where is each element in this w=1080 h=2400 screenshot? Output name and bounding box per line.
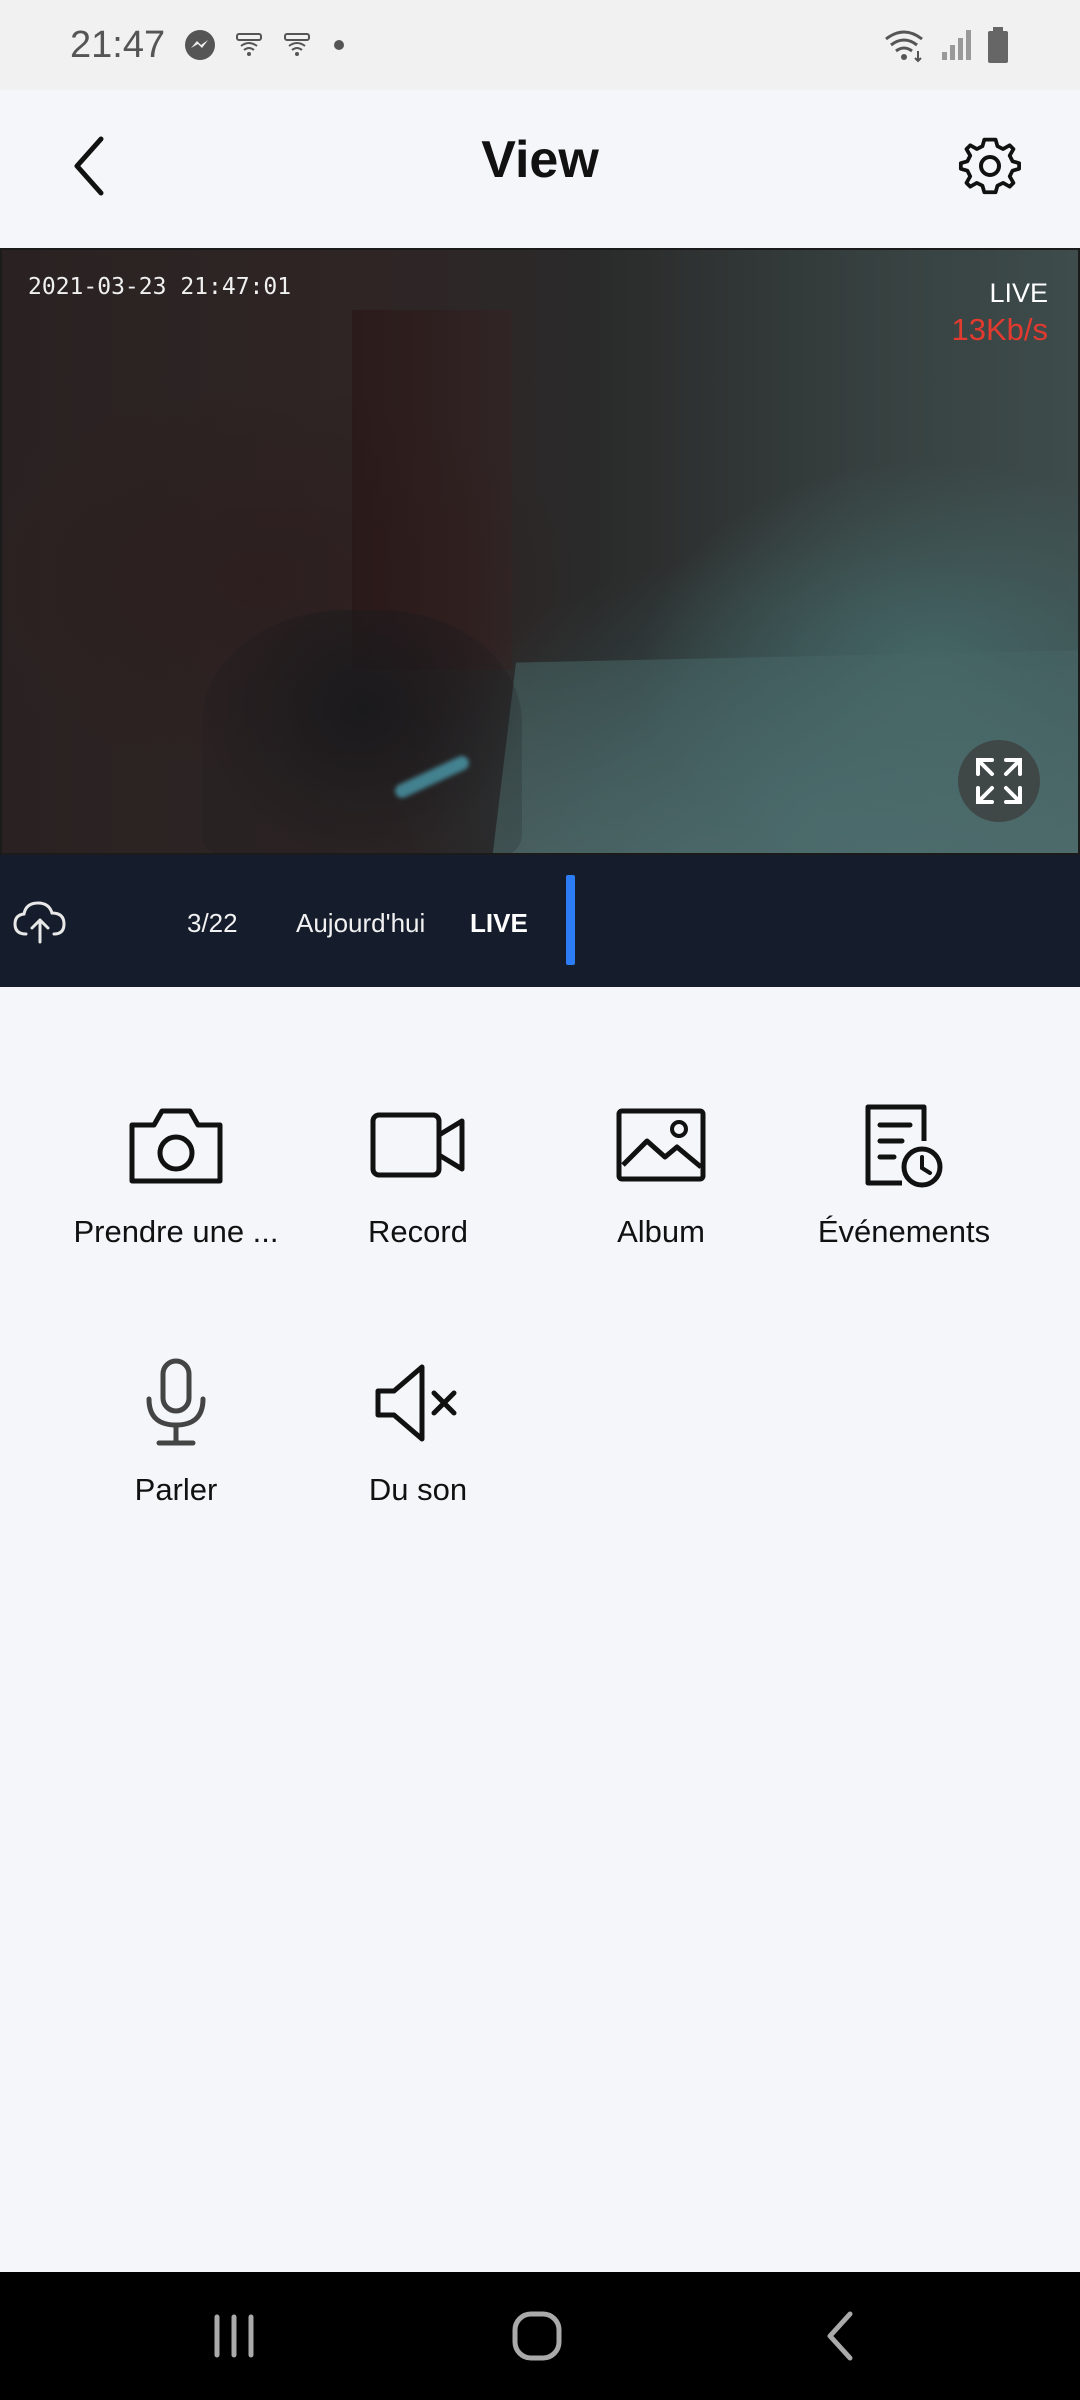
- notification-icon: [281, 32, 313, 58]
- page-title: View: [481, 131, 599, 189]
- wifi-icon: [882, 27, 926, 63]
- live-video-feed[interactable]: 2021-03-23 21:47:01 LIVE 13Kb/s: [0, 248, 1080, 855]
- video-live-label: LIVE: [989, 278, 1048, 308]
- timeline-live[interactable]: LIVE: [470, 908, 528, 939]
- video-timestamp: 2021-03-23 21:47:01: [28, 274, 292, 300]
- talk-label: Parler: [134, 1472, 218, 1507]
- back-icon: [827, 2311, 853, 2361]
- microphone-icon: [146, 1358, 206, 1446]
- timeline-today[interactable]: Aujourd'hui: [296, 908, 425, 939]
- events-label: Événements: [817, 1214, 991, 1249]
- image-icon: [616, 1108, 706, 1182]
- cloud-storage-button[interactable]: [10, 891, 70, 951]
- dot-icon: [329, 35, 349, 55]
- home-icon: [512, 2311, 562, 2361]
- playback-timeline[interactable]: 3/22 Aujourd'hui LIVE: [0, 855, 1080, 987]
- video-scene-object: [202, 610, 522, 853]
- status-bar: 21:47: [0, 0, 1080, 90]
- timeline-date[interactable]: 3/22: [187, 908, 238, 939]
- speaker-muted-icon: [375, 1364, 457, 1442]
- expand-icon: [976, 758, 1022, 804]
- header: View: [0, 90, 1080, 248]
- status-icons-left: [183, 28, 349, 62]
- settings-button[interactable]: [950, 126, 1030, 206]
- event-clock-icon: [865, 1104, 943, 1188]
- fullscreen-button[interactable]: [958, 740, 1040, 822]
- events-button[interactable]: Événements: [783, 1090, 1025, 1290]
- cloud-upload-icon: [13, 901, 66, 944]
- timeline-position-marker[interactable]: [566, 875, 575, 965]
- recent-apps-icon: [214, 2314, 254, 2358]
- sound-button[interactable]: Du son: [297, 1348, 539, 1548]
- screen: 21:47 View 2021-03-23 21:47:01 LIVE 13Kb…: [0, 0, 1080, 2400]
- messenger-icon: [183, 28, 217, 62]
- camera-icon: [129, 1108, 223, 1184]
- battery-icon: [986, 26, 1010, 64]
- system-back-button[interactable]: [800, 2306, 880, 2366]
- record-label: Record: [368, 1214, 468, 1249]
- album-label: Album: [617, 1214, 705, 1249]
- take-photo-label: Prendre une ...: [73, 1214, 279, 1249]
- navigation-bar: [0, 2272, 1080, 2400]
- status-time: 21:47: [70, 23, 166, 66]
- notification-icon: [233, 32, 265, 58]
- recent-apps-button[interactable]: [194, 2306, 274, 2366]
- home-button[interactable]: [497, 2306, 577, 2366]
- record-button[interactable]: Record: [297, 1090, 539, 1290]
- video-camera-icon: [370, 1112, 465, 1178]
- signal-icon: [940, 28, 972, 62]
- sound-label: Du son: [368, 1472, 468, 1507]
- talk-button[interactable]: Parler: [55, 1348, 297, 1548]
- album-button[interactable]: Album: [540, 1090, 782, 1290]
- gear-icon: [958, 137, 1021, 195]
- status-icons-right: [882, 26, 1010, 64]
- video-bitrate: 13Kb/s: [951, 312, 1048, 347]
- take-photo-button[interactable]: Prendre une ...: [55, 1090, 297, 1290]
